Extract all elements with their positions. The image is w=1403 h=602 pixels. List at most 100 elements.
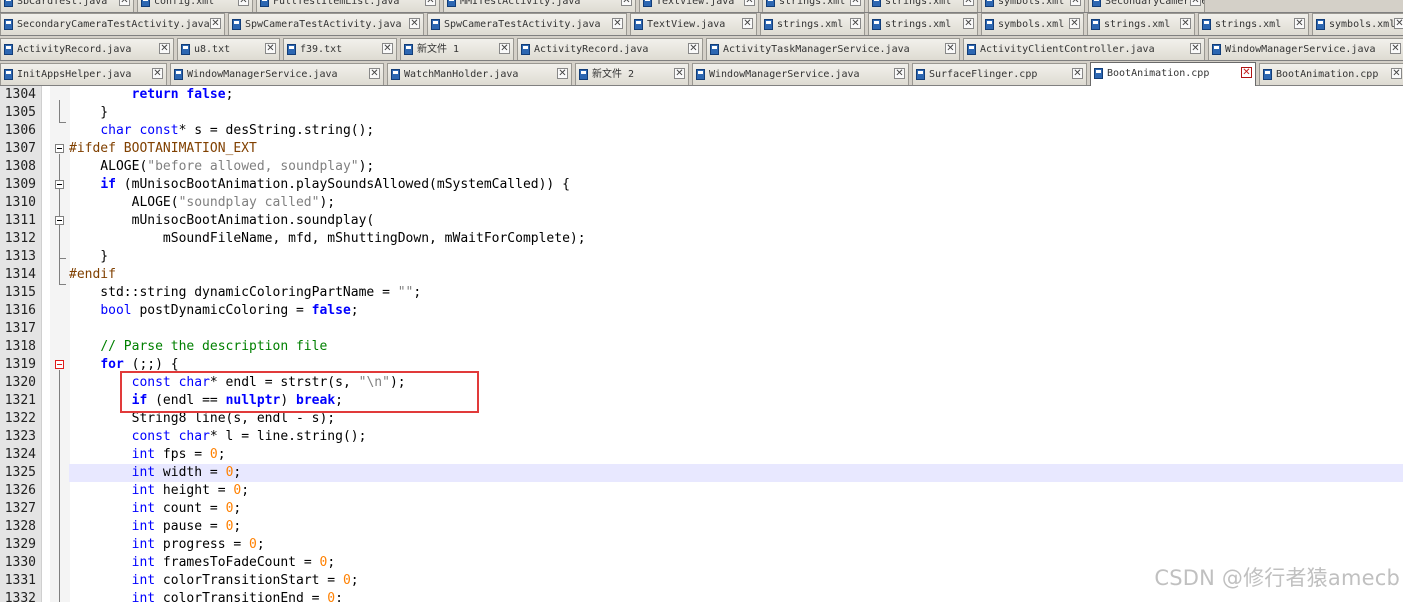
tab[interactable]: ActivityRecord.java ✕ — [517, 38, 703, 60]
tab[interactable]: strings.xml ✕ — [868, 13, 978, 35]
csdn-watermark: CSDN @修行者猿amecb — [1154, 566, 1400, 590]
tab[interactable]: TextView.java ✕ — [630, 13, 757, 35]
tab[interactable]: InitAppsHelper.java ✕ — [0, 63, 167, 85]
tab[interactable]: 新文件 1 ✕ — [400, 38, 514, 60]
tab[interactable]: WindowManagerService.java ✕ — [692, 63, 909, 85]
tab-close-icon[interactable]: ✕ — [894, 68, 905, 79]
tab-close-icon[interactable]: ✕ — [612, 18, 623, 29]
tab-close-icon[interactable]: ✕ — [963, 18, 974, 29]
tab-close-icon[interactable]: ✕ — [1190, 0, 1201, 6]
save-disk-icon — [643, 0, 652, 7]
tab-close-icon[interactable]: ✕ — [1180, 18, 1191, 29]
tab-close-icon[interactable]: ✕ — [369, 68, 380, 79]
tab-close-icon[interactable]: ✕ — [742, 18, 753, 29]
line-number: 1304 — [4, 87, 36, 102]
tab[interactable]: WindowManagerService.java ✕ — [170, 63, 384, 85]
tab-close-icon[interactable]: ✕ — [1069, 18, 1080, 29]
line-number: 1309 — [4, 177, 36, 192]
code-line[interactable]: 1316 bool postDynamicColoring = false; — [0, 302, 1403, 320]
tab[interactable]: strings.xml ✕ — [1087, 13, 1195, 35]
tab[interactable]: ActivityClientController.java ✕ — [963, 38, 1205, 60]
code-line-current[interactable]: 1325 int width = 0; — [0, 464, 1403, 482]
tab-close-icon[interactable]: ✕ — [744, 0, 755, 6]
tab[interactable]: ActivityTaskManagerService.java ✕ — [706, 38, 960, 60]
code-line[interactable]: 1304 return false; — [0, 86, 1403, 104]
tab[interactable]: f39.txt ✕ — [283, 38, 397, 60]
tab[interactable]: SurfaceFlinger.cpp ✕ — [912, 63, 1087, 85]
code-text: int pause = 0; — [131, 519, 242, 534]
tab[interactable]: WindowManagerService.java ✕ — [1208, 38, 1403, 60]
tab[interactable]: SpwCameraTestActivity.java ✕ — [427, 13, 627, 35]
code-line[interactable]: 1309 if (mUnisocBootAnimation.playSounds… — [0, 176, 1403, 194]
code-text: } — [69, 249, 109, 264]
tab-close-icon[interactable]: ✕ — [152, 68, 163, 79]
tab[interactable]: symbols.xml ✕ — [981, 13, 1084, 35]
tab-close-icon[interactable]: ✕ — [159, 43, 170, 54]
code-line[interactable]: 1313 } — [0, 248, 1403, 266]
tab-close-icon[interactable]: ✕ — [210, 18, 221, 29]
code-line[interactable]: 1326 int height = 0; — [0, 482, 1403, 500]
tab-close-icon[interactable]: ✕ — [1190, 43, 1201, 54]
code-line[interactable]: 1317 — [0, 320, 1403, 338]
tab[interactable]: symbols.xml ✕ — [1312, 13, 1403, 35]
code-line[interactable]: 1310 ALOGE("soundplay called"); — [0, 194, 1403, 212]
line-number: 1315 — [4, 285, 36, 300]
tab[interactable]: SpwCameraTestActivity.java ✕ — [228, 13, 424, 35]
tab-close-icon[interactable]: ✕ — [557, 68, 568, 79]
tab-close-icon[interactable]: ✕ — [674, 68, 685, 79]
code-line[interactable]: 1328 int pause = 0; — [0, 518, 1403, 536]
tab-close-icon[interactable]: ✕ — [945, 43, 956, 54]
line-number: 1305 — [4, 105, 36, 120]
tab-close-icon[interactable]: ✕ — [1394, 18, 1403, 29]
code-line[interactable]: 1318 // Parse the description file — [0, 338, 1403, 356]
tab-close-icon[interactable]: ✕ — [621, 0, 632, 6]
code-line[interactable]: 1329 int progress = 0; — [0, 536, 1403, 554]
tab-close-icon[interactable]: ✕ — [499, 43, 510, 54]
tab-close-icon[interactable]: ✕ — [382, 43, 393, 54]
code-line[interactable]: 1307 #ifdef BOOTANIMATION_EXT — [0, 140, 1403, 158]
tab-label: InitAppsHelper.java — [17, 69, 132, 80]
tab-close-icon[interactable]: ✕ — [238, 0, 249, 6]
save-disk-icon — [232, 19, 241, 30]
tab[interactable]: u8.txt ✕ — [177, 38, 280, 60]
tab-close-icon[interactable]: ✕ — [119, 0, 130, 6]
tab-close-icon[interactable]: ✕ — [850, 18, 861, 29]
tab[interactable]: strings.xml ✕ — [1198, 13, 1309, 35]
code-line[interactable]: 1312 mSoundFileName, mfd, mShuttingDown,… — [0, 230, 1403, 248]
code-line[interactable]: 1305 } — [0, 104, 1403, 122]
tab-close-icon[interactable]: ✕ — [1070, 0, 1081, 6]
tab-active[interactable]: BootAnimation.cpp ✕ — [1090, 62, 1256, 86]
tab-close-icon[interactable]: ✕ — [850, 0, 861, 6]
code-text: int progress = 0; — [131, 537, 265, 552]
code-line[interactable]: 1327 int count = 0; — [0, 500, 1403, 518]
tab-close-icon[interactable]: ✕ — [1391, 68, 1402, 79]
tab-close-icon[interactable]: ✕ — [1241, 67, 1252, 78]
save-disk-icon — [710, 44, 719, 55]
tab-close-icon[interactable]: ✕ — [688, 43, 699, 54]
code-line[interactable]: 1323 const char* l = line.string(); — [0, 428, 1403, 446]
code-editor[interactable]: 1304 return false; 1305 } 1306 char const*… — [0, 86, 1403, 602]
code-line[interactable]: 1306 char const* s = desString.string(); — [0, 122, 1403, 140]
code-line[interactable]: 1311 mUnisocBootAnimation.soundplay( — [0, 212, 1403, 230]
tab-close-icon[interactable]: ✕ — [963, 0, 974, 6]
code-text: bool postDynamicColoring = false; — [100, 303, 359, 318]
tab[interactable]: strings.xml ✕ — [760, 13, 865, 35]
tab[interactable]: WatchManHolder.java ✕ — [387, 63, 572, 85]
code-line[interactable]: 1315 std::string dynamicColoringPartName… — [0, 284, 1403, 302]
code-line[interactable]: 1324 int fps = 0; — [0, 446, 1403, 464]
tab[interactable]: ActivityRecord.java ✕ — [0, 38, 174, 60]
tab-close-icon[interactable]: ✕ — [409, 18, 420, 29]
code-line[interactable]: 1314 #endif — [0, 266, 1403, 284]
code-line[interactable]: 1308 ALOGE("before allowed, soundplay"); — [0, 158, 1403, 176]
tab-close-icon[interactable]: ✕ — [1390, 43, 1401, 54]
tab-close-icon[interactable]: ✕ — [1294, 18, 1305, 29]
tab-close-icon[interactable]: ✕ — [425, 0, 436, 6]
save-disk-icon — [260, 0, 269, 7]
tab[interactable]: BootAnimation.cpp ✕ — [1259, 63, 1403, 85]
save-disk-icon — [4, 19, 13, 30]
tab-label: ActivityClientController.java — [980, 44, 1155, 55]
tab-close-icon[interactable]: ✕ — [1072, 68, 1083, 79]
tab[interactable]: SecondaryCameraTestActivity.java✕ — [0, 13, 225, 35]
tab-close-icon[interactable]: ✕ — [265, 43, 276, 54]
tab[interactable]: 新文件 2 ✕ — [575, 63, 689, 85]
